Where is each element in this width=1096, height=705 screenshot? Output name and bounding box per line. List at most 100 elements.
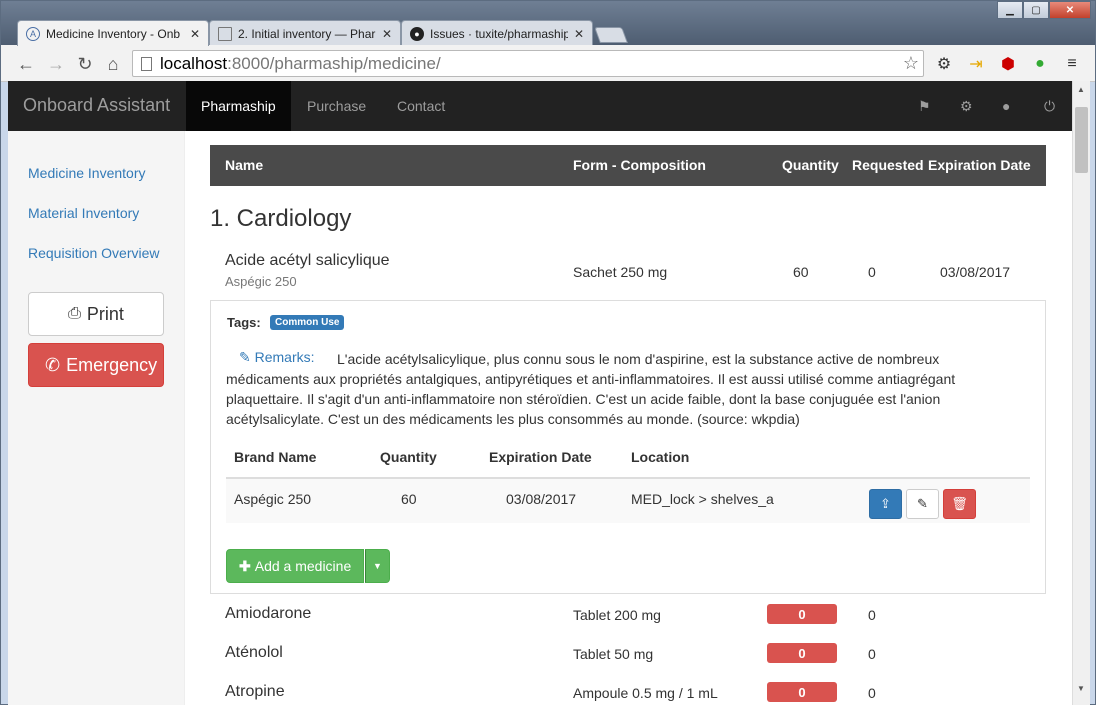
browser-tab[interactable]: ● Issues · tuxite/pharmaship ✕	[401, 20, 593, 46]
header-expiration: Expiration Date	[928, 157, 1031, 173]
menu-icon[interactable]: ≡	[1061, 53, 1083, 75]
edit-button[interactable]: ✎	[906, 489, 939, 519]
medicine-form: Sachet 250 mg	[573, 264, 668, 280]
new-tab-button[interactable]	[594, 27, 628, 43]
reload-icon[interactable]: ↻	[74, 53, 96, 75]
github-icon: ●	[410, 26, 424, 41]
power-icon[interactable]: ⏻	[1044, 98, 1055, 115]
upload-icon: ⇪	[880, 496, 891, 511]
header-form: Form - Composition	[573, 157, 706, 173]
edit-icon: ✎	[239, 349, 251, 365]
header-requested: Requested	[852, 157, 924, 173]
forward-arrow-icon[interactable]: →	[45, 53, 67, 75]
user-icon[interactable]: ●	[1002, 98, 1010, 114]
medicine-requested: 0	[868, 607, 876, 623]
remarks-label: Remarks:	[254, 349, 315, 365]
browser-tab[interactable]: 2. Initial inventory — Phar ✕	[209, 20, 401, 46]
quantity-badge: 0	[767, 643, 837, 663]
top-navbar: Onboard Assistant Pharmaship Purchase Co…	[8, 81, 1072, 131]
page-icon	[218, 26, 232, 41]
medicine-name[interactable]: Atropine	[225, 683, 285, 701]
items-header-expiration: Expiration Date	[489, 449, 592, 465]
table-header: Name Form - Composition Quantity Request…	[210, 145, 1046, 186]
sidebar-item-requisition-overview[interactable]: Requisition Overview	[28, 245, 160, 261]
adblock-icon[interactable]: ⬢	[997, 53, 1019, 75]
phone-icon: ✆	[45, 354, 61, 375]
upload-button[interactable]: ⇪	[869, 489, 902, 519]
medicine-requested: 0	[868, 685, 876, 701]
tab-title: 2. Initial inventory — Phar	[238, 26, 376, 41]
medicine-detail-panel: Tags: Common Use L'acide acétylsalicyliq…	[210, 300, 1046, 594]
page-viewport: Onboard Assistant Pharmaship Purchase Co…	[8, 81, 1072, 705]
print-button[interactable]: ⎙ Print	[28, 292, 164, 336]
edit-icon: ✎	[917, 496, 928, 511]
item-quantity: 60	[401, 491, 417, 507]
url-path: :8000/pharmaship/medicine/	[227, 53, 441, 73]
medicine-form: Tablet 50 mg	[573, 646, 654, 662]
caret-down-icon: ▼	[373, 561, 382, 571]
items-header-quantity: Quantity	[380, 449, 437, 465]
close-icon[interactable]: ✕	[190, 27, 200, 41]
item-brand: Aspégic 250	[234, 491, 312, 507]
gear-icon[interactable]: ⚙	[933, 53, 955, 75]
emergency-button[interactable]: ✆ Emergency Co	[28, 343, 164, 387]
bookmark-star-icon[interactable]: ☆	[903, 53, 919, 74]
trash-icon: 🗑	[951, 496, 968, 511]
remarks-text: L'acide acétylsalicylique, plus connu so…	[226, 351, 956, 427]
medicine-brand: Aspégic 250	[225, 274, 297, 289]
tab-title: Issues · tuxite/pharmaship	[430, 26, 568, 41]
sidebar-item-material-inventory[interactable]: Material Inventory	[28, 205, 139, 221]
tag-badge: Common Use	[270, 315, 345, 330]
medicine-name[interactable]: Aténolol	[225, 644, 283, 662]
medicine-quantity: 60	[793, 264, 809, 280]
extension-leaf-icon[interactable]: ●	[1029, 53, 1051, 75]
add-medicine-button[interactable]: ✚ Add a medicine	[226, 549, 365, 583]
navbar-brand[interactable]: Onboard Assistant	[23, 95, 170, 116]
gear-icon[interactable]: ⚙	[960, 98, 973, 115]
scroll-up-icon[interactable]: ▲	[1077, 85, 1085, 94]
close-icon[interactable]: ✕	[574, 27, 584, 41]
items-header-brand: Brand Name	[234, 449, 317, 465]
print-label: Print	[86, 303, 124, 324]
window-close-icon[interactable]: ✕	[1049, 1, 1091, 19]
scroll-down-icon[interactable]: ▼	[1077, 684, 1085, 693]
medicine-form: Tablet 200 mg	[573, 607, 661, 623]
sidebar-item-medicine-inventory[interactable]: Medicine Inventory	[28, 165, 146, 181]
close-icon[interactable]: ✕	[382, 27, 392, 41]
print-icon: ⎙	[68, 305, 81, 322]
address-bar[interactable]: localhost:8000/pharmaship/medicine/ ☆	[132, 50, 924, 77]
nav-item-contact[interactable]: Contact	[382, 81, 460, 131]
header-name: Name	[225, 157, 264, 173]
nav-item-pharmaship[interactable]: Pharmaship	[186, 81, 291, 131]
scroll-thumb[interactable]	[1075, 107, 1088, 173]
nav-item-purchase[interactable]: Purchase	[292, 81, 381, 131]
delete-button[interactable]: 🗑	[943, 489, 976, 519]
page-scrollbar[interactable]: ▲ ▼	[1072, 81, 1090, 705]
medicine-name[interactable]: Acide acétyl salicylique	[225, 252, 390, 270]
extension-icon[interactable]: ⇥	[965, 53, 987, 75]
medicine-name[interactable]: Amiodarone	[225, 605, 311, 623]
item-expiration: 03/08/2017	[506, 491, 577, 507]
emergency-label: Emergency Co	[66, 354, 163, 375]
medicine-expiration: 03/08/2017	[940, 264, 1011, 280]
back-arrow-icon[interactable]: ←	[15, 53, 37, 75]
window-controls: ▁ ▢ ✕	[997, 1, 1091, 19]
pharmaship-icon: A	[26, 26, 40, 41]
minimize-icon[interactable]: ▁	[997, 1, 1023, 19]
medicine-form: Ampoule 0.5 mg / 1 mL	[573, 685, 718, 701]
url-host: localhost	[160, 53, 228, 73]
flag-icon[interactable]: ⚑	[918, 98, 931, 115]
item-location: MED_lock > shelves_a	[631, 491, 774, 507]
page-icon	[141, 56, 152, 71]
remarks-link[interactable]: ✎ Remarks:	[239, 349, 319, 366]
medicine-requested: 0	[868, 264, 876, 280]
home-icon[interactable]: ⌂	[102, 53, 124, 75]
plus-icon: ✚	[239, 557, 251, 574]
title-bar: A Medicine Inventory - Onb ✕ 2. Initial …	[1, 1, 1095, 46]
tags-label: Tags:	[227, 315, 261, 330]
browser-tab-active[interactable]: A Medicine Inventory - Onb ✕	[17, 20, 209, 46]
quantity-badge: 0	[767, 604, 837, 624]
maximize-icon[interactable]: ▢	[1023, 1, 1049, 19]
header-quantity: Quantity	[782, 157, 839, 173]
add-medicine-dropdown-toggle[interactable]: ▼	[365, 549, 390, 583]
